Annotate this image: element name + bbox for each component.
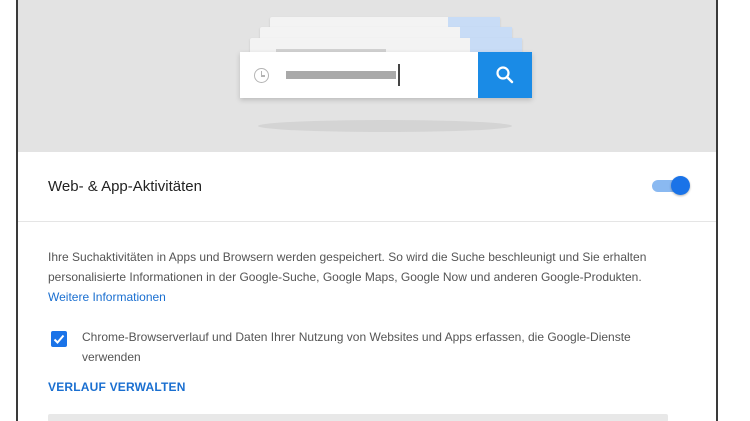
activity-toggle[interactable] <box>652 176 690 195</box>
search-query-placeholder <box>286 71 396 79</box>
settings-card: Web- & App-Aktivitäten Ihre Suchaktivitä… <box>16 0 718 421</box>
next-section-text <box>48 414 668 421</box>
checkmark-icon <box>53 334 65 344</box>
search-button <box>478 52 532 98</box>
more-info-link[interactable]: Weitere Informationen <box>48 290 166 304</box>
clock-icon <box>254 68 269 83</box>
manage-history-link[interactable]: VERLAUF VERWALTEN <box>48 380 186 394</box>
search-icon <box>496 66 514 84</box>
activity-description: Ihre Suchaktivitäten in Apps und Browser… <box>48 247 658 307</box>
chrome-history-checkbox[interactable] <box>51 331 67 347</box>
description-text: Ihre Suchaktivitäten in Apps und Browser… <box>48 250 647 284</box>
search-illustration <box>18 0 716 152</box>
illustration-shadow <box>258 120 512 132</box>
search-box <box>240 52 532 98</box>
activity-header-row: Web- & App-Aktivitäten <box>18 152 716 222</box>
section-title: Web- & App-Aktivitäten <box>48 178 202 195</box>
chrome-history-label: Chrome-Browserverlauf und Daten Ihrer Nu… <box>82 330 631 364</box>
toggle-knob <box>671 176 690 195</box>
text-cursor <box>398 64 400 86</box>
